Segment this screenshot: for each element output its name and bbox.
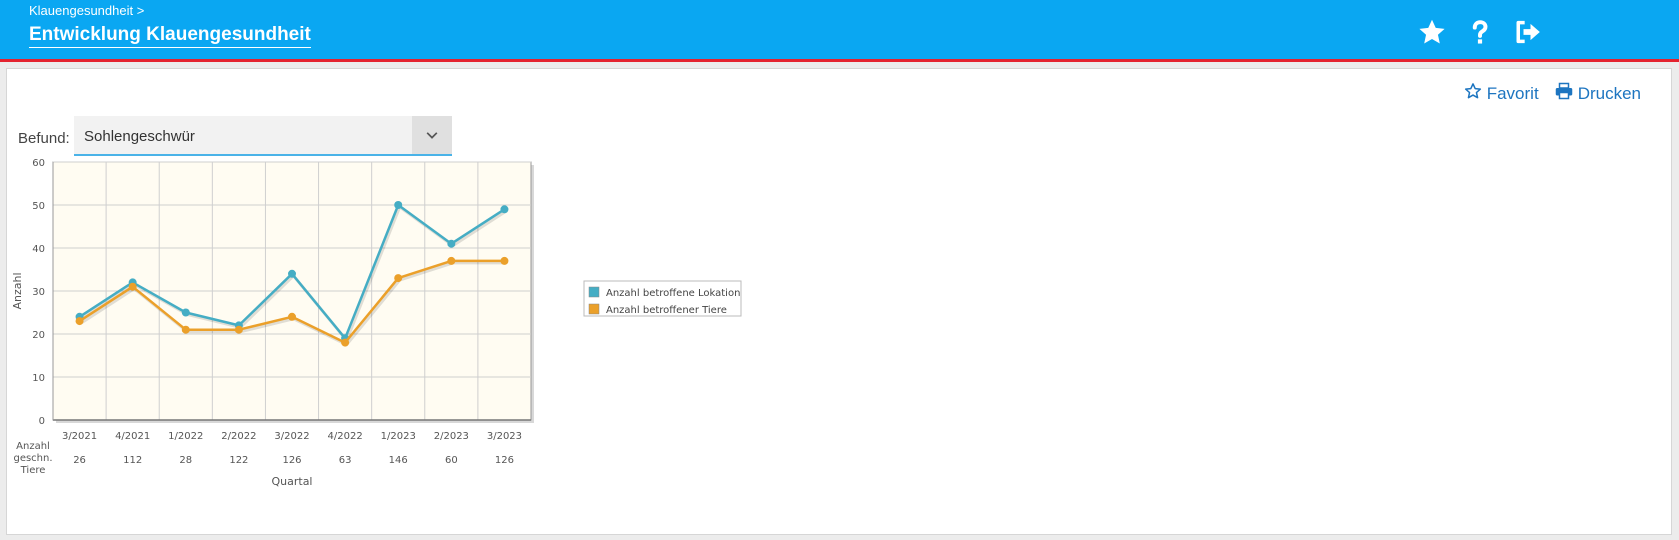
app-header: Klauengesundheit > Entwicklung Klauenges… — [0, 0, 1679, 62]
data-point-tiere — [394, 274, 403, 283]
y-tick-label: 50 — [32, 201, 45, 212]
data-point-lokation — [500, 205, 509, 214]
x-tick-label: 4/2022 — [328, 431, 363, 442]
extra-row-value: 60 — [445, 455, 458, 466]
befund-label: Befund: — [18, 130, 70, 147]
legend-label-tiere: Anzahl betroffener Tiere — [606, 305, 727, 316]
extra-row-label: Tiere — [20, 465, 46, 476]
data-point-tiere — [500, 256, 509, 265]
y-tick-label: 0 — [39, 416, 45, 427]
befund-select-value: Sohlengeschwür — [84, 128, 195, 145]
x-tick-label: 4/2021 — [115, 431, 150, 442]
y-axis-title: Anzahl — [11, 272, 24, 309]
star-outline-icon — [1464, 82, 1482, 105]
legend-swatch-lokation — [588, 286, 600, 298]
x-tick-label: 3/2022 — [274, 431, 309, 442]
y-tick-label: 60 — [32, 159, 45, 169]
drucken-label: Drucken — [1577, 83, 1641, 103]
extra-row-label: geschn. — [13, 453, 52, 464]
extra-row-value: 146 — [389, 455, 408, 466]
star-icon[interactable] — [1418, 18, 1446, 46]
content-panel: Favorit Drucken Befund: Sohlengeschwür 0… — [6, 68, 1672, 535]
extra-row-value: 126 — [282, 455, 301, 466]
y-tick-label: 30 — [32, 287, 45, 298]
x-tick-label: 1/2022 — [168, 431, 203, 442]
data-point-tiere — [234, 325, 243, 334]
data-point-lokation — [288, 269, 296, 278]
breadcrumb[interactable]: Klauengesundheit > — [29, 3, 144, 18]
legend-label-lokation: Anzahl betroffene Lokation — [606, 288, 740, 299]
legend-swatch-tiere — [588, 303, 600, 315]
y-tick-label: 10 — [32, 373, 45, 384]
data-point-tiere — [341, 338, 350, 347]
favorit-button[interactable]: Favorit — [1464, 82, 1539, 105]
data-point-lokation — [394, 201, 403, 209]
extra-row-label: Anzahl — [16, 441, 50, 452]
extra-row-value: 126 — [495, 455, 514, 466]
data-point-tiere — [75, 317, 84, 326]
data-point-lokation — [447, 239, 456, 248]
page-title: Entwicklung Klauengesundheit — [29, 24, 311, 48]
x-axis-title: Quartal — [271, 475, 312, 488]
extra-row-value: 63 — [339, 455, 352, 466]
y-tick-label: 40 — [32, 244, 45, 255]
favorit-label: Favorit — [1486, 83, 1539, 103]
befund-select[interactable]: Sohlengeschwür — [74, 116, 452, 156]
extra-row-value: 28 — [179, 455, 192, 466]
y-tick-label: 20 — [32, 330, 45, 341]
action-bar: Favorit Drucken — [1464, 82, 1641, 105]
x-tick-label: 3/2023 — [487, 431, 522, 442]
data-point-tiere — [128, 282, 137, 291]
x-tick-label: 2/2022 — [221, 431, 256, 442]
chevron-down-icon[interactable] — [412, 116, 452, 154]
data-point-tiere — [288, 312, 296, 321]
drucken-button[interactable]: Drucken — [1555, 82, 1641, 105]
extra-row-value: 122 — [229, 455, 248, 466]
extra-row-value: 26 — [73, 455, 86, 466]
x-tick-label: 1/2023 — [381, 431, 416, 442]
print-icon — [1555, 82, 1573, 105]
help-icon[interactable] — [1466, 18, 1494, 46]
data-point-lokation — [181, 308, 190, 317]
x-tick-label: 3/2021 — [62, 431, 97, 442]
data-point-tiere — [181, 325, 190, 334]
x-tick-label: 2/2023 — [434, 431, 469, 442]
data-point-tiere — [447, 256, 456, 265]
extra-row-value: 112 — [123, 455, 142, 466]
logout-icon[interactable] — [1513, 18, 1541, 46]
line-chart: 0 10 20 30 40 50 60 3/2021 4/2021 1/2022 2/2022 3/2… — [11, 159, 742, 488]
